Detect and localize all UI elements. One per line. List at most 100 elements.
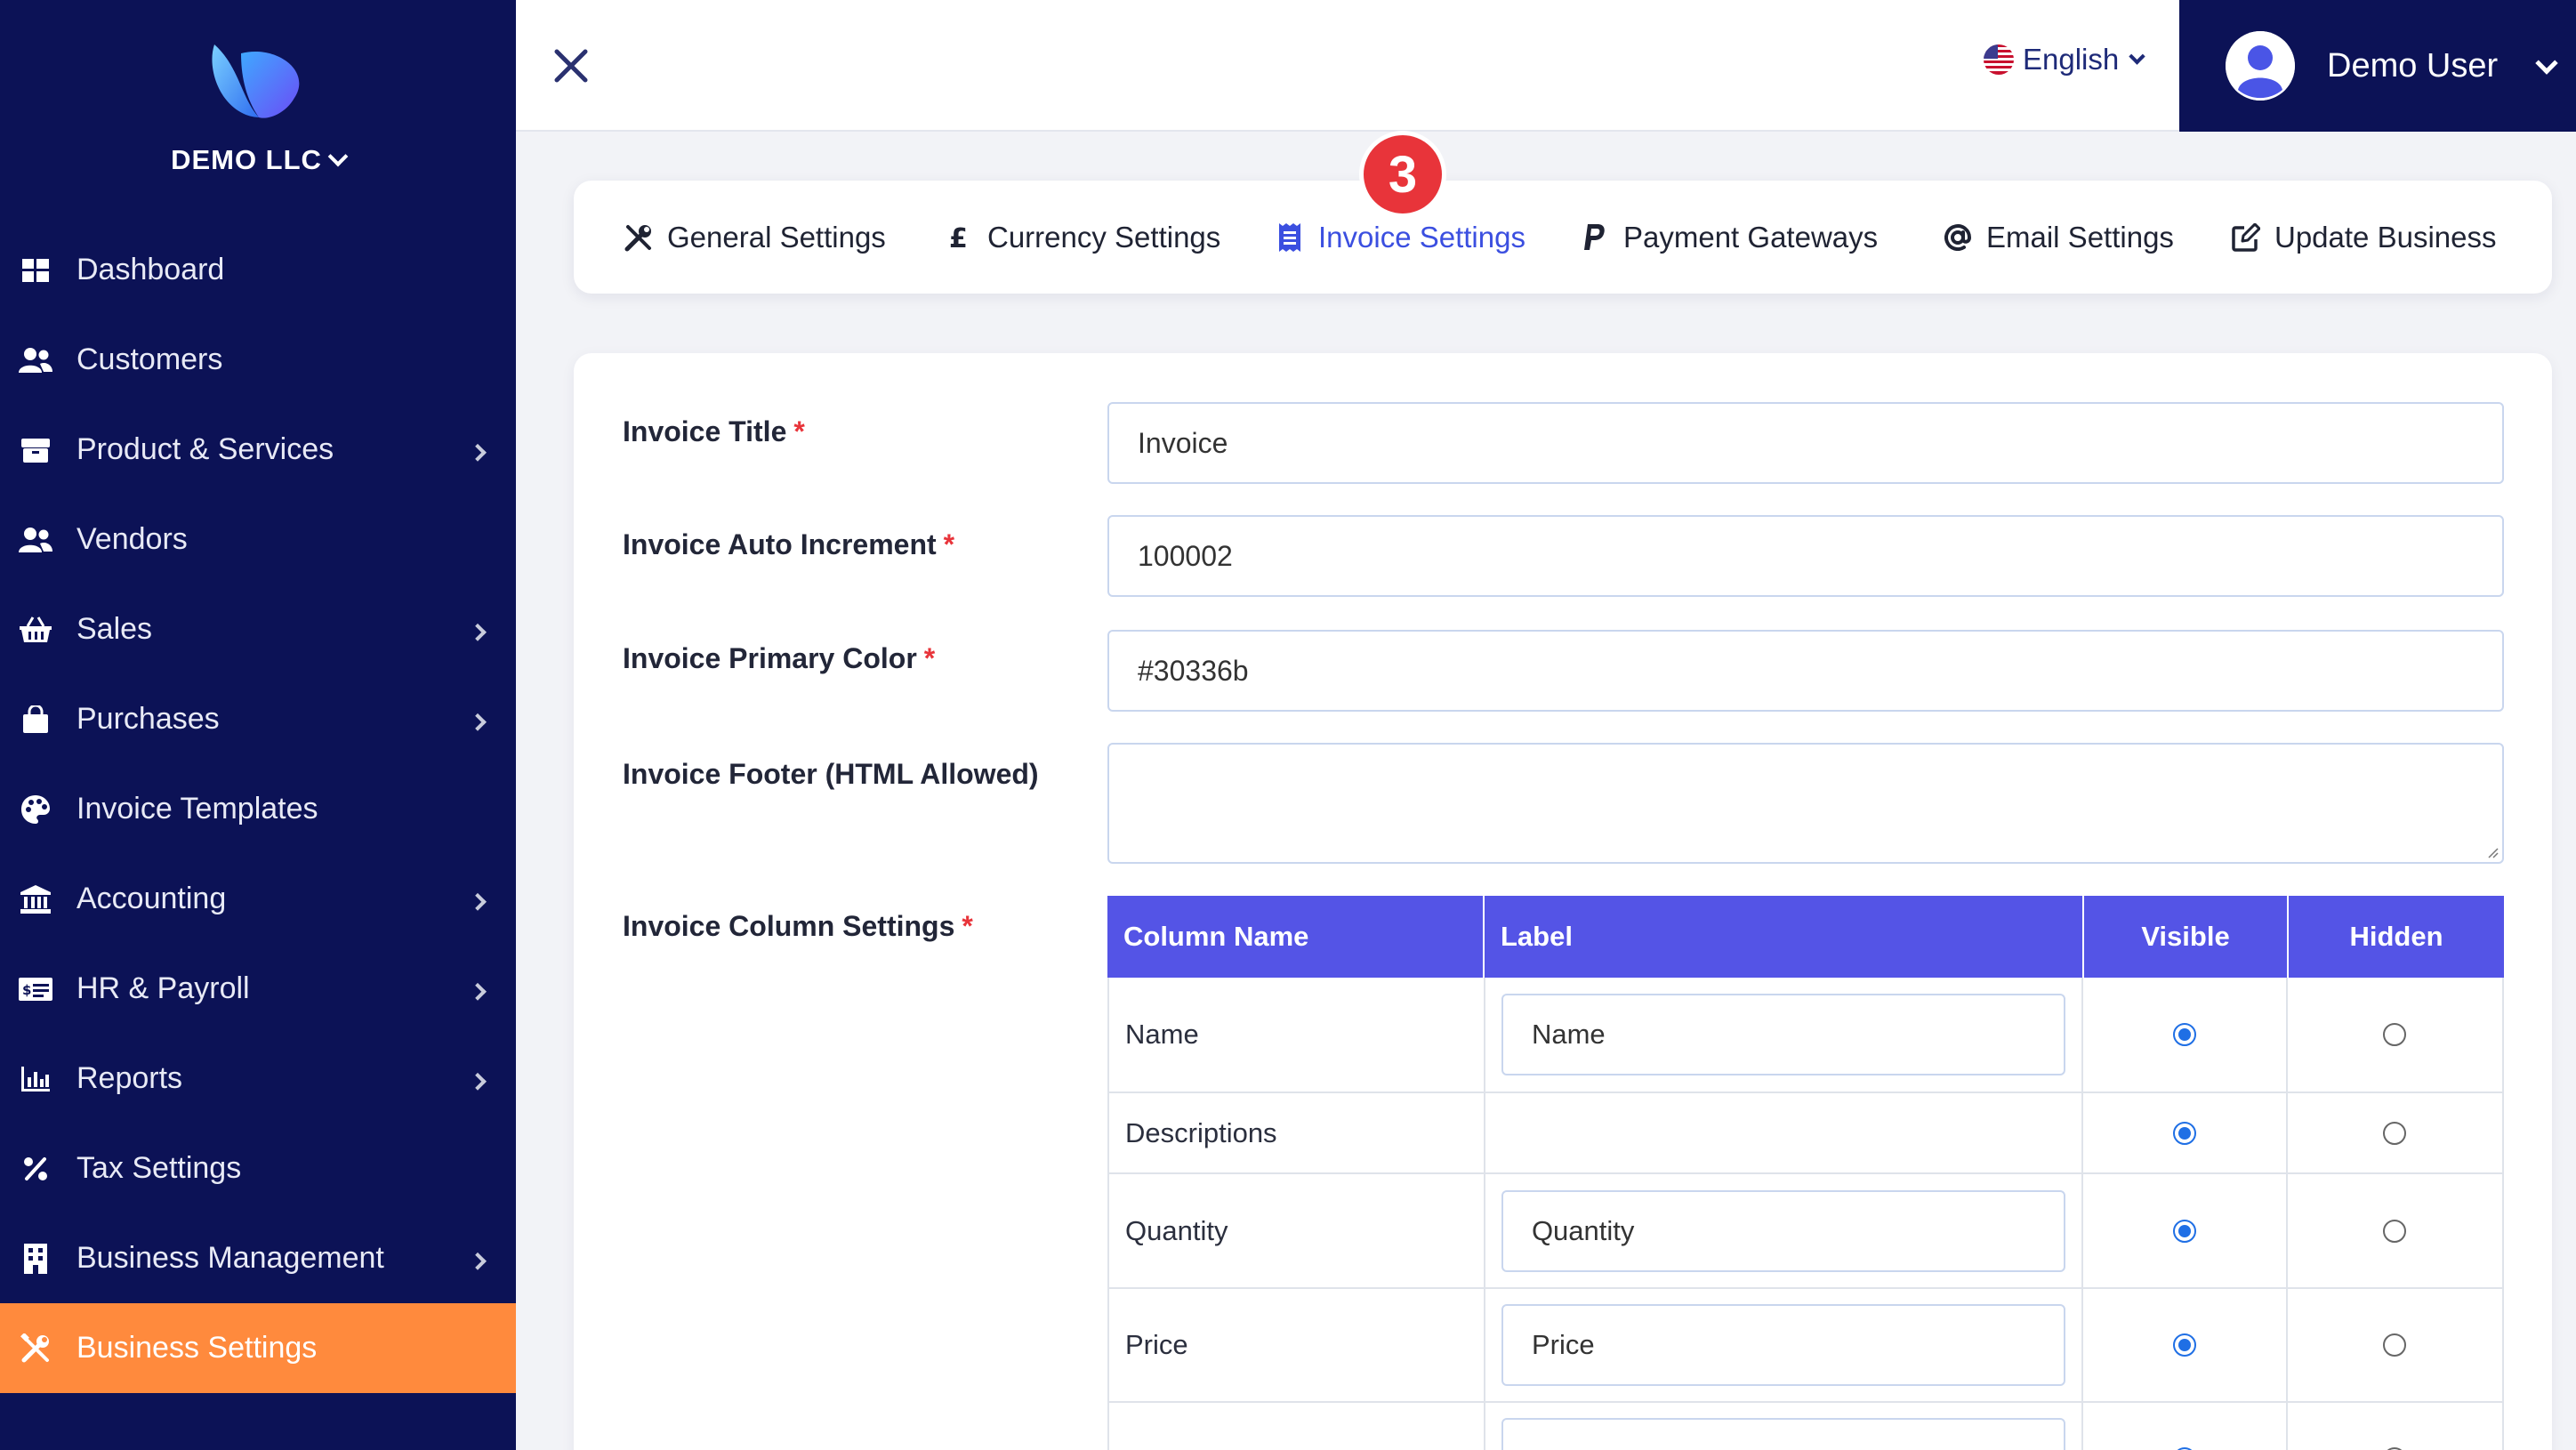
sidebar-item-vendors[interactable]: Vendors xyxy=(0,495,516,584)
sidebar-nav: Dashboard Customers Product & Services V… xyxy=(0,225,516,1393)
visible-cell xyxy=(2083,1289,2288,1401)
label-cell: Price xyxy=(1485,1289,2084,1401)
invoice-auto-increment-input[interactable]: 100002 xyxy=(1107,515,2504,597)
tab-label: Update Business xyxy=(2274,220,2497,254)
column-settings-table: Column Name Label Visible Hidden Name Na… xyxy=(1107,896,2504,1450)
company-switcher[interactable]: DEMO LLC xyxy=(171,144,349,176)
table-row: Name Name xyxy=(1107,978,2504,1093)
hidden-radio[interactable] xyxy=(2383,1121,2407,1145)
company-name: DEMO LLC xyxy=(171,144,322,175)
at-icon xyxy=(1942,222,1974,254)
column-name: Price xyxy=(1109,1289,1485,1401)
column-label-input[interactable]: Quantity xyxy=(1501,1189,2065,1272)
chevron-right-icon xyxy=(469,1252,487,1270)
sidebar-item-invoice-templates[interactable]: Invoice Templates xyxy=(0,764,516,854)
language-selector[interactable]: English xyxy=(1984,43,2145,77)
sidebar-item-customers[interactable]: Customers xyxy=(0,315,516,405)
user-menu[interactable]: Demo User xyxy=(2179,0,2576,132)
tab-label: Payment Gateways xyxy=(1623,220,1879,254)
hidden-cell xyxy=(2288,1174,2502,1287)
bar-chart-icon xyxy=(18,1061,53,1097)
chevron-right-icon xyxy=(469,623,487,641)
table-row xyxy=(1107,1403,2504,1450)
sidebar-item-business-management[interactable]: Business Management xyxy=(0,1213,516,1303)
sidebar-item-label: Invoice Templates xyxy=(76,792,318,826)
sidebar-item-business-settings[interactable]: Business Settings xyxy=(0,1303,516,1393)
settings-tabs: General Settings £ Currency Settings Inv… xyxy=(574,181,2552,294)
users-icon xyxy=(18,342,53,378)
sidebar-item-label: Sales xyxy=(76,612,153,646)
invoice-primary-color-label: Invoice Primary Color * xyxy=(623,642,936,674)
sidebar-item-label: Customers xyxy=(76,342,223,376)
chevron-down-icon xyxy=(327,146,349,167)
visible-radio[interactable] xyxy=(2172,1219,2196,1243)
palette-icon xyxy=(18,792,53,827)
chevron-right-icon xyxy=(469,713,487,731)
column-header: Visible xyxy=(2084,896,2289,978)
sidebar-item-tax-settings[interactable]: Tax Settings xyxy=(0,1124,516,1213)
chevron-right-icon xyxy=(469,443,487,462)
tab-label: Email Settings xyxy=(1986,220,2174,254)
step-badge: 3 xyxy=(1359,131,1446,218)
chevron-down-icon xyxy=(2129,47,2145,65)
sidebar-item-label: Purchases xyxy=(76,702,220,736)
invoice-title-input[interactable]: Invoice xyxy=(1107,402,2504,484)
sidebar-item-sales[interactable]: Sales xyxy=(0,584,516,674)
sidebar-item-label: Reports xyxy=(76,1061,183,1095)
tab-label: Invoice Settings xyxy=(1318,220,1525,254)
hidden-cell xyxy=(2288,1403,2502,1450)
sidebar-item-accounting[interactable]: Accounting xyxy=(0,854,516,944)
column-header: Hidden xyxy=(2349,921,2443,952)
visible-cell xyxy=(2083,1403,2288,1450)
language-label: English xyxy=(2023,43,2120,76)
bag-icon xyxy=(18,702,53,737)
hidden-radio[interactable] xyxy=(2383,1219,2407,1243)
close-icon[interactable] xyxy=(550,44,592,87)
label-cell xyxy=(1485,1093,2084,1172)
table-header: Column Name Label Visible Hidden xyxy=(1107,896,2504,978)
visible-radio[interactable] xyxy=(2172,1333,2196,1357)
chevron-down-icon xyxy=(2535,52,2558,75)
chevron-right-icon xyxy=(469,1072,487,1091)
svg-text:£: £ xyxy=(949,224,968,251)
tab-general-settings[interactable]: General Settings xyxy=(623,181,886,294)
sidebar-item-hr-payroll[interactable]: $ HR & Payroll xyxy=(0,944,516,1034)
resize-handle-icon[interactable] xyxy=(2484,844,2499,858)
pound-icon: £ xyxy=(943,222,975,254)
invoice-footer-textarea[interactable] xyxy=(1107,743,2504,864)
percent-icon xyxy=(18,1151,53,1187)
table-row: Descriptions xyxy=(1107,1093,2504,1174)
sidebar-item-product-services[interactable]: Product & Services xyxy=(0,405,516,495)
label-cell: Quantity xyxy=(1485,1174,2084,1287)
building-icon xyxy=(18,1241,53,1277)
paypal-icon xyxy=(1579,222,1611,254)
chevron-right-icon xyxy=(469,892,487,911)
column-header: Label xyxy=(1485,896,2084,978)
tab-currency-settings[interactable]: £ Currency Settings xyxy=(943,181,1220,294)
column-name: Descriptions xyxy=(1109,1093,1485,1172)
sidebar-item-reports[interactable]: Reports xyxy=(0,1034,516,1124)
sidebar-item-label: Business Settings xyxy=(76,1331,318,1365)
invoice-footer-label: Invoice Footer (HTML Allowed) xyxy=(623,758,1039,790)
hidden-radio[interactable] xyxy=(2383,1333,2407,1357)
visible-radio[interactable] xyxy=(2172,1023,2196,1046)
hidden-radio[interactable] xyxy=(2383,1023,2407,1046)
tab-email-settings[interactable]: Email Settings xyxy=(1942,181,2174,294)
column-label-input[interactable]: Price xyxy=(1501,1304,2065,1386)
invoice-auto-increment-label: Invoice Auto Increment * xyxy=(623,528,955,560)
tab-payment-gateways[interactable]: Payment Gateways xyxy=(1579,181,1878,294)
column-label-input[interactable] xyxy=(1501,1418,2065,1450)
invoice-primary-color-input[interactable]: #30336b xyxy=(1107,630,2504,712)
visible-radio[interactable] xyxy=(2172,1121,2196,1145)
column-label-input[interactable]: Name xyxy=(1501,994,2065,1075)
sidebar-item-dashboard[interactable]: Dashboard xyxy=(0,225,516,315)
users-icon xyxy=(18,522,53,558)
basket-icon xyxy=(18,612,53,648)
tab-update-business[interactable]: Update Business xyxy=(2230,181,2496,294)
us-flag-icon xyxy=(1984,44,2014,75)
sidebar-item-purchases[interactable]: Purchases xyxy=(0,674,516,764)
column-header: Column Name xyxy=(1107,896,1485,978)
invoice-title-label: Invoice Title * xyxy=(623,415,805,447)
sidebar-item-label: HR & Payroll xyxy=(76,971,250,1005)
brand: DEMO LLC xyxy=(0,36,516,176)
